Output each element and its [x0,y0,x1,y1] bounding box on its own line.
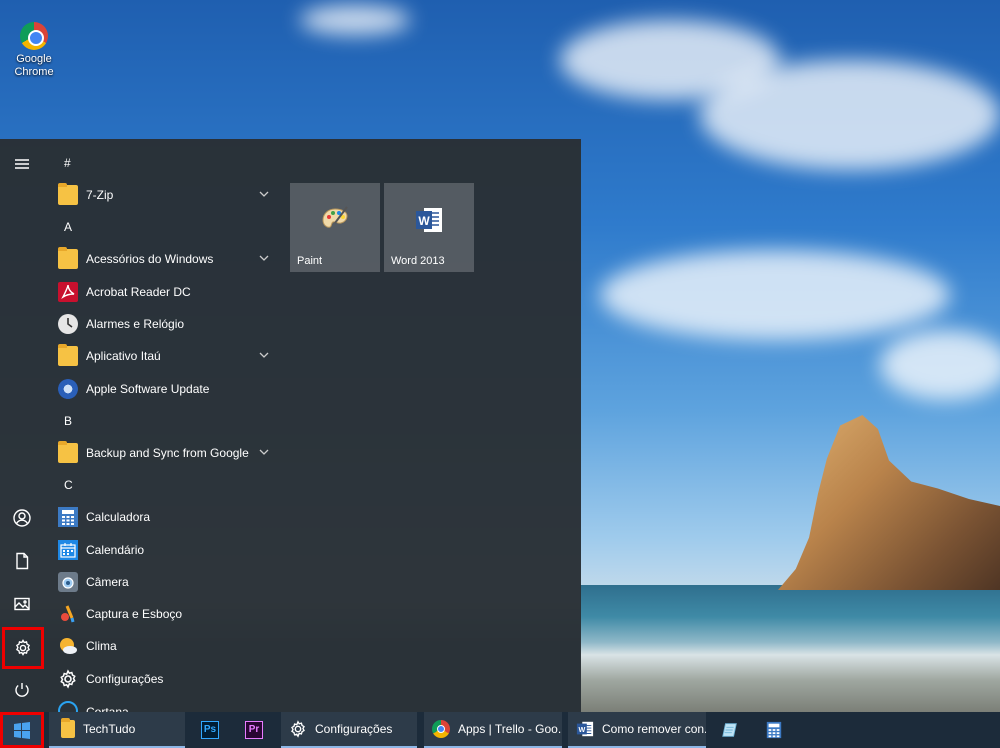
calculator-icon [765,721,783,739]
folder-icon [58,344,78,367]
notepad-icon [721,721,739,739]
chevron-down-icon[interactable] [258,446,270,458]
apple-update-icon [58,378,78,399]
taskbar-item-chrome-trello[interactable]: Apps | Trello - Goo... [424,712,562,748]
documents-icon [16,552,29,570]
app-label: Aplicativo Itaú [86,349,161,364]
user-account-button[interactable] [2,498,42,538]
word-icon: W [576,720,594,738]
user-icon [13,509,31,527]
settings-gear-icon [15,639,31,656]
app-label: Câmera [86,574,129,589]
taskbar-label: Configurações [315,722,393,736]
app-label: Captura e Esboço [86,607,183,622]
chrome-icon [20,22,48,50]
folder-icon [58,247,78,270]
paint-palette-icon [320,205,350,235]
clock-icon [58,314,78,335]
folder-icon [58,183,78,206]
group-header[interactable]: # [50,147,276,179]
taskbar-item-word-document[interactable]: W Como remover con... [568,712,706,748]
group-header[interactable]: C [50,469,276,501]
power-button[interactable] [2,670,42,710]
app-label: Apple Software Update [86,381,210,396]
app-item-calculadora[interactable]: Calculadora [50,501,276,533]
app-item-captura-e-esboco[interactable]: Captura e Esboço [50,598,276,630]
word-icon: W [414,205,444,235]
group-header[interactable]: B [50,405,276,437]
chevron-down-icon[interactable] [258,349,270,361]
taskbar-item-techtudo[interactable]: TechTudo [49,712,185,748]
app-item-acrobat-reader[interactable]: Acrobat Reader DC [50,276,276,308]
app-item-camera[interactable]: Câmera [50,566,276,598]
chrome-icon [432,720,450,738]
photoshop-icon: Ps [201,721,219,739]
calendar-icon [58,539,78,560]
taskbar-item-calculator[interactable] [757,712,797,748]
taskbar-label: Apps | Trello - Goo... [458,722,562,736]
app-label: 7-Zip [86,188,114,203]
app-item-aplicativo-itau[interactable]: Aplicativo Itaú [50,340,276,372]
start-menu-rail [0,139,46,712]
group-header[interactable]: A [50,211,276,243]
calculator-icon [58,507,78,528]
settings-button[interactable] [2,627,44,669]
documents-button[interactable] [2,541,42,581]
app-item-calendario[interactable]: Calendário [50,533,276,565]
gear-icon [289,720,307,738]
desktop-icon-google-chrome[interactable]: Google Chrome [8,22,60,79]
app-label: Alarmes e Relógio [86,317,185,332]
taskbar-item-photoshop[interactable]: Ps [193,712,233,748]
tile-label: Word 2013 [391,255,445,267]
app-label: Backup and Sync from Google [86,445,249,460]
taskbar-item-configuracoes[interactable]: Configurações [281,712,417,748]
pictures-icon [14,597,30,611]
app-label: Calendário [86,542,145,557]
app-label: Clima [86,639,117,654]
start-menu: # 7-Zip A Acessórios do Windows Acrobat … [0,139,581,715]
app-item-acessorios-do-windows[interactable]: Acessórios do Windows [50,243,276,275]
windows-start-icon [14,722,30,739]
app-item-configuracoes[interactable]: Configurações [50,663,276,695]
tile-paint[interactable]: Paint [290,183,380,272]
app-item-alarmes-e-relogio[interactable]: Alarmes e Relógio [50,308,276,340]
desktop-icon-label: Google Chrome [14,53,54,78]
app-item-clima[interactable]: Clima [50,630,276,662]
app-item-apple-software-update[interactable]: Apple Software Update [50,372,276,404]
svg-text:W: W [418,214,430,228]
snip-sketch-icon [58,604,78,624]
tile-label: Paint [297,255,323,267]
pictures-button[interactable] [2,584,42,624]
acrobat-icon [58,281,78,302]
chevron-down-icon[interactable] [258,188,270,200]
svg-text:W: W [578,725,585,734]
power-icon [15,683,29,697]
chevron-down-icon[interactable] [258,252,270,264]
taskbar-item-premiere[interactable]: Pr [237,712,277,748]
start-button[interactable] [0,712,44,748]
expand-menu-button[interactable] [2,144,42,184]
folder-icon [58,440,78,463]
hamburger-icon [15,159,29,169]
taskbar-item-notepad[interactable] [713,712,753,748]
app-label: Acrobat Reader DC [86,284,191,299]
app-label: Calculadora [86,510,151,525]
gear-icon [58,669,78,689]
taskbar-label: Como remover con... [602,722,706,736]
app-label: Acessórios do Windows [86,252,214,267]
app-item-7zip[interactable]: 7-Zip [50,179,276,211]
camera-icon [58,571,78,592]
app-list: # 7-Zip A Acessórios do Windows Acrobat … [50,147,276,715]
taskbar-label: TechTudo [83,722,136,736]
premiere-icon: Pr [245,721,263,739]
folder-icon [61,718,75,738]
weather-icon [58,636,78,656]
app-label: Configurações [86,671,164,686]
taskbar: TechTudo Ps Pr Configurações Apps | Trel… [0,712,1000,748]
tile-word-2013[interactable]: W Word 2013 [384,183,474,272]
app-item-backup-and-sync[interactable]: Backup and Sync from Google [50,437,276,469]
